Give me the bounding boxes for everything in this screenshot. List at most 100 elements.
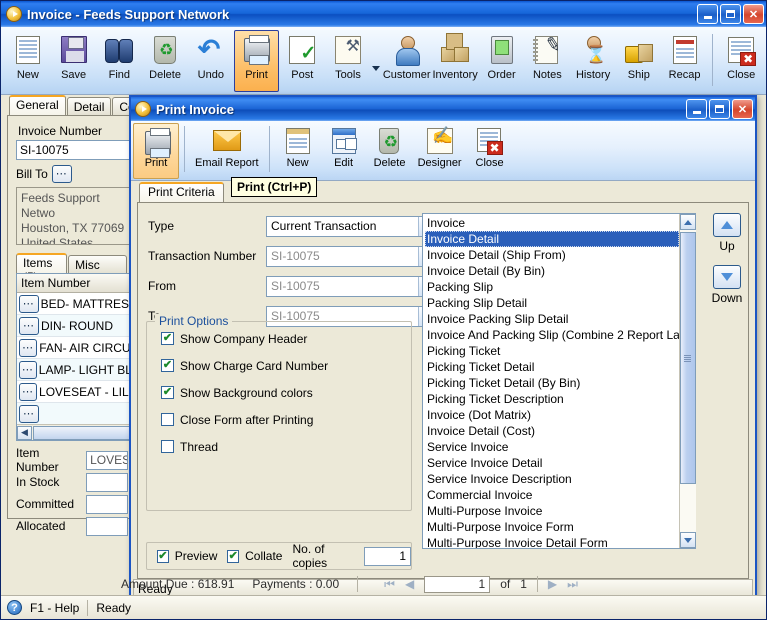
dialog-maximize-button[interactable]	[709, 99, 730, 119]
list-item[interactable]: Multi-Purpose Invoice Form	[425, 519, 679, 535]
toolbar-button-order[interactable]: Order	[479, 30, 525, 92]
list-item[interactable]: Picking Ticket	[425, 343, 679, 359]
row-lookup-button[interactable]: ⋯	[19, 294, 39, 313]
toolbar-button-customer[interactable]: Customer	[382, 30, 432, 92]
toolbar-button-print[interactable]: Print	[233, 30, 280, 92]
invoice-number-input[interactable]: SI-10075	[16, 140, 134, 160]
checkbox-show-background-colors[interactable]	[161, 386, 174, 399]
toolbar-button-save[interactable]: Save	[51, 30, 97, 92]
toolbar-button-ship[interactable]: Ship	[616, 30, 662, 92]
row-lookup-button[interactable]: ⋯	[19, 404, 39, 423]
tab-items[interactable]: Items (5)	[16, 253, 68, 284]
checkbox-row-show-company-header[interactable]: Show Company Header	[161, 328, 411, 349]
dialog-button-print[interactable]: Print	[133, 123, 179, 179]
move-down-button[interactable]	[713, 265, 741, 289]
chevron-down-icon[interactable]	[371, 66, 382, 71]
scroll-down-icon[interactable]	[679, 532, 696, 548]
scroll-thumb[interactable]	[33, 425, 135, 440]
list-item[interactable]: Picking Ticket Detail	[425, 359, 679, 375]
item-number-field[interactable]: LOVES	[86, 450, 128, 470]
list-item[interactable]: Invoice Detail (Ship From)	[425, 247, 679, 263]
tab-misc-items[interactable]: Misc Items	[68, 255, 127, 286]
checkbox-row-close-form-after-printing[interactable]: Close Form after Printing	[161, 409, 411, 430]
checkbox-show-charge-card-number[interactable]	[161, 359, 174, 372]
list-item[interactable]: Multi-Purpose Invoice Detail Form	[425, 535, 679, 548]
list-item[interactable]: Picking Ticket Detail (By Bin)	[425, 375, 679, 391]
list-item[interactable]: Commercial Invoice	[425, 487, 679, 503]
dialog-button-delete[interactable]: Delete	[367, 123, 413, 179]
allocated-field[interactable]	[86, 516, 128, 536]
table-row[interactable]: ⋯	[17, 403, 135, 425]
list-item[interactable]: Invoice And Packing Slip (Combine 2 Repo…	[425, 327, 679, 343]
toolbar-button-post[interactable]: Post	[279, 30, 325, 92]
dialog-button-edit[interactable]: Edit	[321, 123, 367, 179]
minimize-button[interactable]	[697, 4, 718, 24]
list-item[interactable]: Invoice Detail (Cost)	[425, 423, 679, 439]
table-row[interactable]: ⋯ LAMP- LIGHT BLUE	[17, 359, 135, 381]
close-button[interactable]: ✕	[743, 4, 764, 24]
checkbox-show-company-header[interactable]	[161, 332, 174, 345]
first-record-icon[interactable]: ⏮	[384, 577, 395, 592]
report-list-scrollbar[interactable]	[679, 214, 696, 548]
checkbox-thread[interactable]	[161, 440, 174, 453]
current-page-input[interactable]: 1	[424, 575, 491, 593]
row-lookup-button[interactable]: ⋯	[19, 360, 37, 379]
dialog-button-email-report[interactable]: Email Report	[190, 123, 264, 179]
from-dropdown[interactable]: SI-10075	[266, 275, 436, 297]
toolbar-button-find[interactable]: Find	[96, 30, 142, 92]
toolbar-button-undo[interactable]: Undo	[188, 30, 234, 92]
checkbox-row-show-charge-card-number[interactable]: Show Charge Card Number	[161, 355, 411, 376]
scroll-up-icon[interactable]	[679, 214, 696, 230]
checkbox-close-form-after-printing[interactable]	[161, 413, 174, 426]
list-item[interactable]: Service Invoice	[425, 439, 679, 455]
list-item[interactable]: Packing Slip Detail	[425, 295, 679, 311]
table-row[interactable]: ⋯ FAN- AIR CIRCULA	[17, 337, 135, 359]
transaction-number-dropdown[interactable]: SI-10075	[266, 245, 436, 267]
scroll-thumb[interactable]	[679, 232, 696, 484]
tab-general[interactable]: General	[9, 95, 66, 115]
dialog-button-designer[interactable]: Designer	[413, 123, 467, 179]
row-lookup-button[interactable]: ⋯	[19, 338, 38, 357]
dialog-minimize-button[interactable]	[686, 99, 707, 119]
copies-input[interactable]: 1	[364, 546, 411, 566]
list-item[interactable]: Invoice (Dot Matrix)	[425, 407, 679, 423]
table-row[interactable]: ⋯ BED- MATTRESS	[17, 293, 135, 315]
report-list[interactable]: Invoice Invoice Detail Invoice Detail (S…	[422, 213, 696, 549]
next-record-icon[interactable]: ▶	[548, 577, 557, 591]
checkbox-row-thread[interactable]: Thread	[161, 436, 411, 457]
move-up-button[interactable]	[713, 213, 741, 237]
tab-print-criteria[interactable]: Print Criteria	[139, 182, 224, 202]
scroll-track[interactable]	[679, 230, 696, 532]
maximize-button[interactable]	[720, 4, 741, 24]
grid-horizontal-scrollbar[interactable]: ◀	[17, 424, 135, 440]
list-item-selected[interactable]: Invoice Detail	[425, 231, 679, 247]
tab-detail[interactable]: Detail	[66, 97, 112, 115]
list-item[interactable]: Invoice	[425, 215, 679, 231]
toolbar-button-notes[interactable]: Notes	[524, 30, 570, 92]
type-dropdown[interactable]: Current Transaction	[266, 215, 436, 237]
list-item[interactable]: Invoice Packing Slip Detail	[425, 311, 679, 327]
row-lookup-button[interactable]: ⋯	[19, 382, 38, 401]
checkbox-row-show-background-colors[interactable]: Show Background colors	[161, 382, 411, 403]
dialog-button-new[interactable]: New	[275, 123, 321, 179]
list-item[interactable]: Packing Slip	[425, 279, 679, 295]
checkbox-collate[interactable]	[227, 549, 240, 563]
scroll-left-icon[interactable]: ◀	[17, 425, 32, 440]
list-item[interactable]: Picking Ticket Description	[425, 391, 679, 407]
list-item[interactable]: Multi-Purpose Invoice	[425, 503, 679, 519]
dialog-button-close[interactable]: Close	[467, 123, 513, 179]
toolbar-button-tools[interactable]: Tools	[325, 30, 371, 92]
help-icon[interactable]: ?	[7, 600, 22, 615]
toolbar-button-delete[interactable]: Delete	[142, 30, 188, 92]
checkbox-preview[interactable]	[157, 549, 169, 563]
in-stock-field[interactable]	[86, 472, 128, 492]
toolbar-button-new[interactable]: New	[5, 30, 51, 92]
table-row[interactable]: ⋯ DIN- ROUND	[17, 315, 135, 337]
table-row[interactable]: ⋯ LOVESEAT - LILLBI	[17, 381, 135, 403]
toolbar-button-inventory[interactable]: Inventory	[432, 30, 479, 92]
toolbar-button-recap[interactable]: Recap	[662, 30, 708, 92]
toolbar-button-close[interactable]: Close	[718, 30, 764, 92]
last-record-icon[interactable]: ⏭	[567, 577, 578, 592]
list-item[interactable]: Invoice Detail (By Bin)	[425, 263, 679, 279]
previous-record-icon[interactable]: ◀	[405, 577, 414, 591]
